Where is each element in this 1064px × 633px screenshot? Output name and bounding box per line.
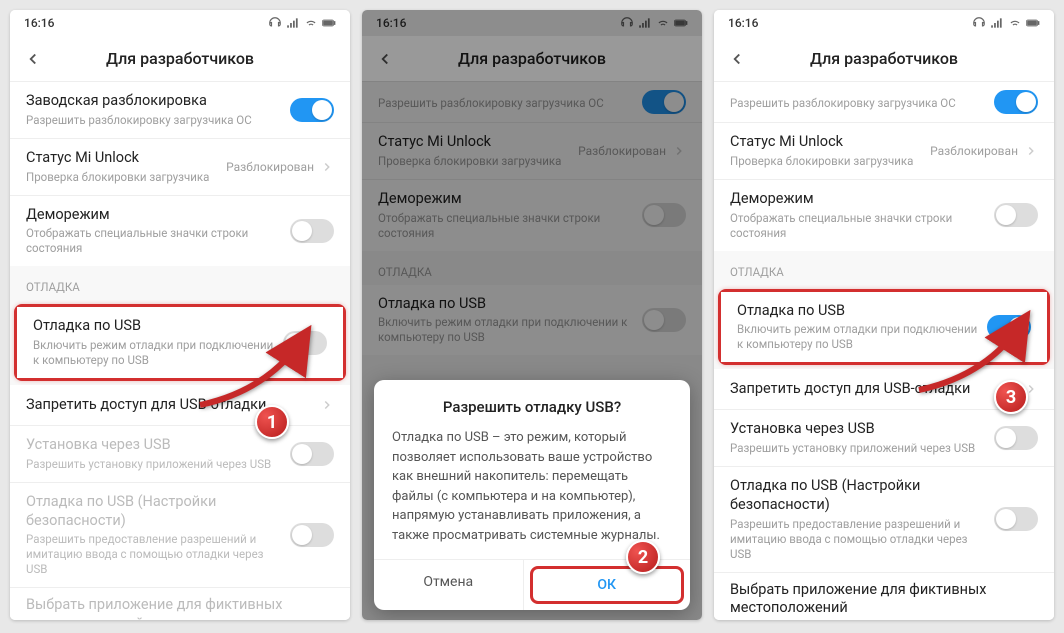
row-usb-security[interactable]: Отладка по USB (Настройки безопасности) … [714, 467, 1054, 572]
signal-icon [990, 16, 1004, 30]
confirm-dialog: Разрешить отладку USB? Отладка по USB – … [374, 380, 690, 610]
section-header-debug: ОТЛАДКА [10, 266, 350, 300]
row-sub: Отображать специальные значки строки сос… [730, 211, 986, 241]
statusbar: 16:16 [10, 10, 350, 36]
dialog-title: Разрешить отладку USB? [392, 398, 672, 416]
row-sub: Разрешить разблокировку загрузчика ОС [730, 96, 986, 111]
row-usb-debug[interactable]: Отладка по USB Включить режим отладки пр… [721, 292, 1047, 363]
phone-screen-1: 16:16 Для разработчиков Заводская разбло… [10, 10, 350, 620]
row-title: Отладка по USB [33, 317, 275, 336]
tutorial-three-panel: 16:16 Для разработчиков Заводская разбло… [10, 10, 1054, 620]
signal-icon [286, 16, 300, 30]
chevron-right-icon [320, 160, 334, 174]
page-title: Для разработчиков [714, 49, 1054, 68]
cancel-button[interactable]: Отмена [374, 560, 524, 610]
page-title: Для разработчиков [10, 49, 350, 68]
row-sub: Разрешить разблокировку загрузчика ОС [26, 113, 282, 128]
chevron-left-icon [728, 50, 746, 68]
toggle-install-usb [290, 442, 334, 466]
row-usb-security: Отладка по USB (Настройки безопасности) … [10, 483, 350, 588]
row-demo[interactable]: Деморежим Отображать специальные значки … [10, 196, 350, 267]
settings-list[interactable]: Заводская разблокировка Разрешить разбло… [10, 82, 350, 620]
settings-list[interactable]: Разрешить разблокировку загрузчика ОС Ст… [714, 82, 1054, 620]
chevron-left-icon [24, 50, 42, 68]
row-install-usb[interactable]: Установка через USB Разрешить установку … [714, 410, 1054, 466]
row-sub: Включить режим отладки при подключении к… [737, 322, 979, 352]
row-title: Статус Mi Unlock [730, 133, 922, 152]
status-time: 16:16 [24, 16, 54, 30]
row-oem-unlock-partial[interactable]: Разрешить разблокировку загрузчика ОС [714, 82, 1054, 122]
toggle-usb-debug[interactable] [987, 315, 1031, 339]
ok-button[interactable]: ОК [530, 566, 685, 604]
status-time: 16:16 [728, 16, 758, 30]
row-title: Установка через USB [730, 420, 986, 439]
chevron-right-icon [1024, 144, 1038, 158]
row-mi-unlock[interactable]: Статус Mi Unlock Проверка блокировки заг… [714, 123, 1054, 179]
toggle-oem[interactable] [994, 90, 1038, 114]
row-revoke[interactable]: Запретить доступ для USB-отладки [10, 385, 350, 425]
row-sub: Разрешить установку приложений через USB [730, 441, 986, 456]
row-title: Выбрать приложение для фиктивных местопо… [730, 581, 1030, 619]
row-install-usb: Установка через USB Разрешить установку … [10, 426, 350, 482]
row-title: Заводская разблокировка [26, 92, 282, 111]
statusbar: 16:16 [714, 10, 1054, 36]
step-badge-2: 2 [626, 540, 660, 574]
wifi-icon [304, 16, 318, 30]
back-button[interactable] [726, 48, 748, 70]
phone-screen-2: 16:16 Для разработчиков Разрешить разбло… [362, 10, 702, 620]
row-title: Отладка по USB (Настройки безопасности) [26, 493, 282, 531]
phone-screen-3: 16:16 Для разработчиков Разрешить разбло… [714, 10, 1054, 620]
page-header: Для разработчиков [10, 36, 350, 82]
row-title: Отладка по USB (Настройки безопасности) [730, 477, 986, 515]
chevron-right-icon [320, 398, 334, 412]
row-sub: Проверка блокировки загрузчика [26, 170, 218, 185]
row-title: Деморежим [730, 190, 986, 209]
row-mock-app: Выбрать приложение для фиктивных местопо… [10, 588, 350, 620]
step-badge-3: 3 [994, 380, 1028, 414]
row-usb-debug[interactable]: Отладка по USB Включить режим отладки пр… [17, 307, 343, 378]
row-sub: Разрешить предоставление разрешений и им… [26, 532, 282, 577]
row-title: Установка через USB [26, 436, 282, 455]
row-demo[interactable]: Деморежим Отображать специальные значки … [714, 180, 1054, 251]
battery-icon [1026, 16, 1040, 30]
row-title: Запретить доступ для USB-отладки [730, 380, 1016, 399]
row-value: Разблокирован [226, 160, 314, 174]
row-sub: Отображать специальные значки строки сос… [26, 226, 282, 256]
dialog-body: Отладка по USB – это режим, который позв… [392, 428, 672, 545]
toggle-usb-security [290, 523, 334, 547]
page-header: Для разработчиков [714, 36, 1054, 82]
row-mi-unlock[interactable]: Статус Mi Unlock Проверка блокировки заг… [10, 139, 350, 195]
row-sub: Разрешить установку приложений через USB [26, 457, 282, 472]
row-value: Разблокирован [930, 144, 1018, 158]
row-title: Отладка по USB [737, 302, 979, 321]
row-title: Статус Mi Unlock [26, 149, 218, 168]
row-sub: Проверка блокировки загрузчика [730, 154, 922, 169]
toggle-demo[interactable] [994, 203, 1038, 227]
toggle-oem[interactable] [290, 98, 334, 122]
highlight-usb-debug: Отладка по USB Включить режим отладки пр… [14, 304, 346, 381]
row-sub: Разрешить предоставление разрешений и им… [730, 517, 986, 562]
status-icons [268, 16, 336, 30]
highlight-usb-debug-on: Отладка по USB Включить режим отладки пр… [718, 289, 1050, 366]
headphones-icon [972, 16, 986, 30]
battery-icon [322, 16, 336, 30]
back-button[interactable] [22, 48, 44, 70]
row-mock-app[interactable]: Выбрать приложение для фиктивных местопо… [714, 573, 1054, 621]
row-title: Деморежим [26, 206, 282, 225]
row-oem-unlock[interactable]: Заводская разблокировка Разрешить разбло… [10, 82, 350, 138]
toggle-demo[interactable] [290, 219, 334, 243]
step-badge-1: 1 [255, 405, 289, 439]
status-icons [972, 16, 1040, 30]
row-sub: Включить режим отладки при подключении к… [33, 338, 275, 368]
headphones-icon [268, 16, 282, 30]
toggle-usb-debug[interactable] [283, 331, 327, 355]
row-title: Выбрать приложение для фиктивных местопо… [26, 596, 326, 620]
toggle-usb-security[interactable] [994, 507, 1038, 531]
wifi-icon [1008, 16, 1022, 30]
section-header-debug: ОТЛАДКА [714, 251, 1054, 285]
toggle-install-usb[interactable] [994, 426, 1038, 450]
